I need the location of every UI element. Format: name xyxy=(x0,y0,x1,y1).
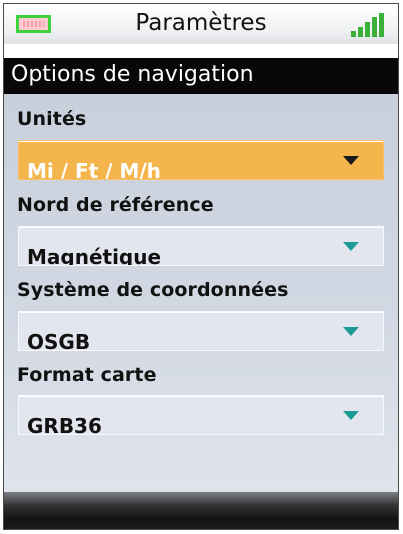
units-label: Unités xyxy=(17,108,87,130)
device-screen: Paramètres Options de navigation Unités … xyxy=(3,3,399,530)
screen-title: Paramètres xyxy=(135,10,267,36)
signal-strength-icon xyxy=(350,13,386,37)
map-format-dropdown[interactable]: GRB36 xyxy=(18,395,384,435)
chevron-down-icon xyxy=(343,411,359,420)
coordinate-system-value: OSGB xyxy=(27,330,91,351)
chevron-down-icon xyxy=(343,327,359,336)
chevron-down-icon xyxy=(343,156,359,165)
softkey-bar xyxy=(4,492,398,529)
units-dropdown[interactable]: Mi / Ft / M/h xyxy=(18,140,384,180)
status-bar: Paramètres xyxy=(4,4,398,44)
reference-north-value: Magnétique xyxy=(27,245,162,266)
section-header: Options de navigation xyxy=(4,58,398,94)
units-value: Mi / Ft / M/h xyxy=(27,159,161,180)
map-format-value: GRB36 xyxy=(27,414,102,435)
chevron-down-icon xyxy=(343,242,359,251)
coordinate-system-dropdown[interactable]: OSGB xyxy=(18,311,384,351)
reference-north-label: Nord de référence xyxy=(17,194,214,216)
settings-form: Unités Mi / Ft / M/h Nord de référence M… xyxy=(4,94,398,492)
map-format-label: Format carte xyxy=(17,364,157,386)
reference-north-dropdown[interactable]: Magnétique xyxy=(18,226,384,266)
coordinate-system-label: Système de coordonnées xyxy=(17,279,289,301)
